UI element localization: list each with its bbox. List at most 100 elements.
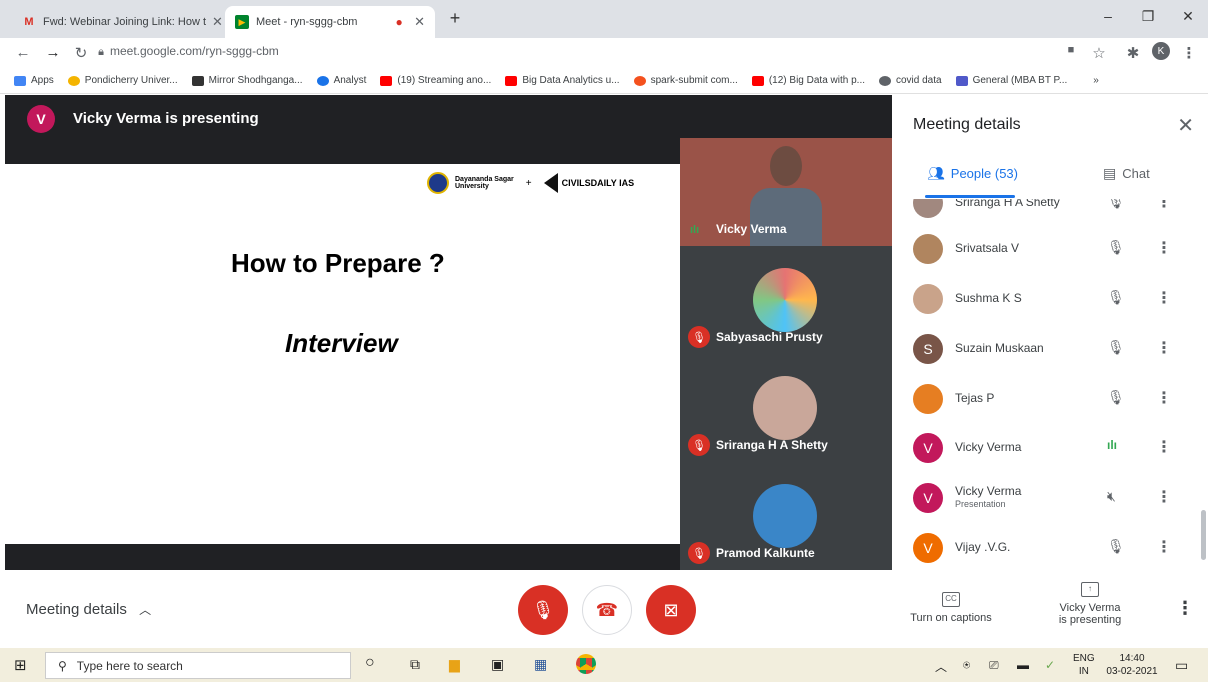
presenter-text: Vicky Verma is presenting [73,110,259,127]
profile-avatar[interactable]: K [1152,42,1170,60]
youtube-icon [505,75,518,86]
list-item[interactable]: V Vijay .V.G. 🎙︎ ⋮ [913,528,1193,568]
reload-icon[interactable]: ↻ [72,44,90,62]
more-options-icon[interactable]: ⋮ [1156,487,1172,507]
list-item[interactable]: Sriranga H A Shetty 🎙︎ ⋮ [913,199,1193,223]
more-options-icon[interactable]: ⋮ [1176,598,1194,619]
presenting-button[interactable]: ↑ Vicky Verma is presenting [1040,582,1140,626]
participant-tile[interactable]: ılı Vicky Verma [680,138,892,248]
bookmark-favicon-icon [316,75,329,86]
store-icon[interactable]: ▣ [491,656,504,673]
list-item[interactable]: Sushma K S 🎙︎ ⋮ [913,279,1193,319]
person-avatar [913,234,943,264]
list-item[interactable]: S Suzain Muskaan 🎙︎ ⋮ [913,329,1193,369]
audio-off-icon: 🔇︎ [1107,488,1116,504]
mic-off-icon: 🎙︎ [1107,389,1125,405]
mic-off-icon: 🎙︎ [1107,339,1125,355]
more-bookmarks-icon[interactable]: » [1093,75,1099,86]
show-hidden-icon[interactable]: ︿ [935,658,947,675]
notifications-icon[interactable]: ▭ [1175,657,1188,674]
more-options-icon[interactable]: ⋮ [1156,199,1172,212]
close-icon[interactable]: ✕ [1177,113,1194,138]
chevron-up-icon: ︿ [139,603,152,617]
more-options-icon[interactable]: ⋮ [1156,338,1172,358]
mic-toggle-button[interactable]: 🎙︎ [518,585,568,635]
bookmark-item[interactable]: Big Data Analytics u... [505,75,620,86]
chrome-icon[interactable] [576,654,596,674]
taskbar-search-input[interactable]: ⚲ Type here to search [45,652,351,679]
person-avatar [913,284,943,314]
tab-chat[interactable]: ▤ Chat [1103,165,1150,182]
tab-people[interactable]: 👥︎ People (53) [927,165,1018,182]
security-icon: ✓ [1045,658,1056,672]
windows-start-icon[interactable]: ⊞ [14,656,27,674]
restore-icon[interactable]: ❐ [1138,8,1158,25]
participant-name: Sriranga H A Shetty [716,438,828,452]
task-view-icon[interactable]: ⧉ [410,656,420,673]
more-options-icon[interactable]: ⋮ [1156,537,1172,557]
panel-title: Meeting details [913,116,1021,133]
person-avatar: S [913,334,943,364]
bookmark-item[interactable]: Analyst [316,75,366,86]
more-options-icon[interactable]: ⋮ [1156,288,1172,308]
participant-tile[interactable]: 🎙︎ Sriranga H A Shetty [680,354,892,462]
forward-icon[interactable]: → [44,44,62,61]
participant-name: Pramod Kalkunte [716,546,815,560]
network-icon[interactable]: ⍟ [963,658,970,673]
participant-avatar [753,376,817,440]
participant-tile[interactable]: 🎙︎ Pramod Kalkunte [680,462,892,570]
bookmark-item[interactable]: Pondicherry Univer... [67,75,178,86]
camera-icon[interactable]: ■ [1062,44,1080,56]
participant-avatar [753,268,817,332]
leave-call-button[interactable]: ☎︎ [582,585,632,635]
list-item[interactable]: V Vicky Verma ılı ⋮ [913,428,1193,468]
file-explorer-icon[interactable]: ▆ [449,656,460,673]
url-field[interactable]: meet.google.com/ryn-sggg-cbm [110,44,279,58]
recording-dot-icon: ● [395,15,403,29]
close-tab-icon[interactable]: ✕ [206,14,223,30]
captions-button[interactable]: CC Turn on captions [903,592,999,624]
extensions-icon[interactable]: ✱ [1124,44,1142,62]
bookmark-item[interactable]: Mirror Shodhganga... [191,75,303,86]
globe-icon [879,75,891,86]
language-indicator[interactable]: ENG IN [1073,652,1095,678]
tab-gmail[interactable]: M Fwd: Webinar Joining Link: How t ✕ [12,6,224,38]
bookmark-item[interactable]: Apps [14,75,54,86]
tab-meet[interactable]: ▶ Meet - ryn-sggg-cbm ● ✕ [225,6,435,38]
more-options-icon[interactable]: ⋮ [1156,238,1172,258]
clock[interactable]: 14:40 03-02-2021 [1105,652,1159,678]
people-icon: 👥︎ [927,165,945,181]
meeting-details-button[interactable]: Meeting details ︿ [26,601,151,618]
bookmark-star-icon[interactable]: ☆ [1090,44,1108,62]
back-icon[interactable]: ← [14,44,32,61]
mic-off-icon: 🎙︎ [688,326,710,348]
scrollbar[interactable] [1201,510,1206,560]
person-avatar [913,199,943,218]
list-item[interactable]: Srivatsala V 🎙︎ ⋮ [913,229,1193,269]
bookmark-item[interactable]: covid data [879,75,942,86]
new-tab-icon[interactable]: + [445,8,465,29]
more-options-icon[interactable]: ⋮ [1156,437,1172,457]
display-icon[interactable]: ⎚ [989,658,999,673]
bookmark-item[interactable]: (12) Big Data with p... [751,75,865,86]
bookmark-item[interactable]: General (MBA BT P... [955,75,1067,86]
close-tab-icon[interactable]: ✕ [408,14,425,30]
mic-off-icon: 🎙︎ [1107,239,1125,255]
minimize-icon[interactable]: – [1098,8,1118,24]
university-seal-icon [427,172,449,194]
captions-icon: CC [942,592,960,607]
bookmark-item[interactable]: (19) Streaming ano... [380,75,491,86]
list-item[interactable]: Tejas P 🎙︎ ⋮ [913,379,1193,419]
camera-toggle-button[interactable]: ⊠ [646,585,696,635]
chrome-menu-icon[interactable]: ⋮ [1180,44,1198,62]
window-close-icon[interactable]: ✕ [1178,8,1198,25]
participant-tile[interactable]: 🎙︎ Sabyasachi Prusty [680,246,892,354]
app-icon[interactable]: ▦ [534,656,547,673]
slide-subtitle: Interview [285,328,398,358]
battery-icon[interactable]: ▬ [1017,658,1029,672]
list-item[interactable]: V Vicky Verma Presentation 🔇︎ ⋮ [913,478,1193,518]
cortana-icon[interactable]: ○ [365,654,375,672]
bookmark-item[interactable]: spark-submit com... [633,75,738,86]
more-options-icon[interactable]: ⋮ [1156,388,1172,408]
teams-icon [955,75,968,86]
